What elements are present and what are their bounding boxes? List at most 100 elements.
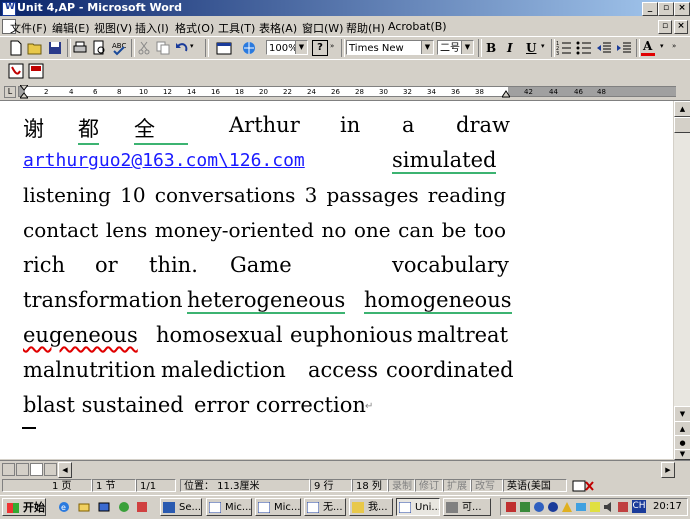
doc-restore-button[interactable]: ▫ (658, 20, 672, 34)
numbered-list-icon[interactable]: 123 (556, 40, 572, 56)
clock[interactable]: 20:17 (653, 501, 682, 512)
email-link[interactable]: arthurguo2@163.com\126.com (23, 150, 305, 171)
scroll-down-icon[interactable]: ▼ (674, 406, 690, 422)
close-button[interactable]: × (674, 2, 690, 16)
menu-insert[interactable]: 插入(I) (135, 20, 169, 36)
taskbar-task[interactable]: Mic... (255, 498, 301, 516)
undo-icon[interactable] (174, 40, 190, 56)
outlook-express-icon[interactable] (78, 501, 90, 513)
taskbar-task[interactable]: 我... (349, 498, 393, 516)
tray-icon[interactable] (533, 501, 545, 513)
ruler-tick: 38 (475, 88, 484, 96)
menu-edit[interactable]: 编辑(E) (52, 20, 90, 36)
next-page-icon[interactable]: ▼ (674, 449, 690, 460)
vertical-scrollbar[interactable]: ▲ ▼ ▲ ● ▼ (673, 101, 690, 460)
font-color-button[interactable]: A (643, 39, 652, 53)
underline-dropdown-icon[interactable]: ▾ (541, 42, 545, 50)
tray-icon[interactable] (547, 501, 559, 513)
menu-window[interactable]: 窗口(W) (302, 20, 343, 36)
open-folder-icon[interactable] (27, 40, 43, 56)
new-document-icon[interactable] (8, 40, 24, 56)
cut-icon[interactable] (136, 40, 152, 56)
increase-indent-icon[interactable] (616, 40, 632, 56)
spelling-status-icon[interactable] (572, 480, 594, 492)
spelling-icon[interactable]: ABC (111, 40, 127, 56)
tray-icon[interactable] (505, 501, 517, 513)
copy-icon[interactable] (155, 40, 171, 56)
tray-icon[interactable] (561, 501, 573, 513)
tray-icon[interactable] (589, 501, 601, 513)
taskbar-task[interactable]: Se... (160, 498, 202, 516)
scroll-thumb[interactable] (674, 117, 690, 133)
start-button[interactable]: 开始 (2, 498, 46, 516)
print-layout-view-icon[interactable] (30, 463, 43, 476)
undo-dropdown-icon[interactable]: ▾ (190, 42, 194, 50)
taskbar-task[interactable]: 可... (443, 498, 491, 516)
ruler-strip[interactable]: 2 4 6 8 10 12 14 16 18 20 22 24 26 28 30… (18, 86, 676, 97)
bold-button[interactable]: B (486, 41, 496, 55)
status-extend[interactable]: 扩展 (443, 479, 471, 492)
tray-icon[interactable] (519, 501, 531, 513)
document-page[interactable]: 谢 都 全 Arthur in a draw arthurguo2@163.co… (0, 101, 673, 459)
show-desktop-icon[interactable] (98, 501, 110, 513)
chevron-down-icon[interactable]: ▼ (421, 41, 433, 54)
indent-marker-icon[interactable] (20, 85, 28, 99)
word: error correction (194, 393, 366, 417)
taskbar-task-active[interactable]: Uni... (396, 498, 440, 516)
tab-selector[interactable]: L (4, 86, 16, 98)
convert-and-email-pdf-icon[interactable] (28, 63, 44, 79)
save-icon[interactable] (47, 40, 63, 56)
horizontal-scrollbar[interactable]: ◀ ▶ (0, 460, 690, 478)
taskbar-task[interactable]: 无... (304, 498, 346, 516)
word: malediction (161, 358, 286, 382)
menu-acrobat[interactable]: Acrobat(B) (388, 20, 447, 33)
tray-icon[interactable] (575, 501, 587, 513)
restore-button[interactable]: ▫ (658, 2, 674, 16)
zoom-select[interactable]: 100% ▼ (266, 40, 308, 55)
input-language-indicator[interactable]: CH (632, 500, 646, 513)
internet-explorer-icon[interactable]: e (58, 501, 70, 513)
print-icon[interactable] (72, 40, 88, 56)
decrease-indent-icon[interactable] (596, 40, 612, 56)
volume-icon[interactable] (603, 501, 615, 513)
bullet-list-icon[interactable] (576, 40, 592, 56)
menu-file[interactable]: 文件(F) (10, 20, 47, 36)
underline-button[interactable]: U (526, 41, 536, 55)
status-rec[interactable]: 录制 (388, 479, 415, 492)
font-color-dropdown-icon[interactable]: ▾ (660, 42, 664, 50)
quicklaunch-icon[interactable] (118, 501, 130, 513)
menu-tools[interactable]: 工具(T) (218, 20, 255, 36)
scroll-left-icon[interactable]: ◀ (58, 462, 72, 478)
outline-view-icon[interactable] (44, 463, 57, 476)
menu-view[interactable]: 视图(V) (94, 20, 132, 36)
web-toolbar-icon[interactable] (241, 40, 257, 56)
menu-format[interactable]: 格式(O) (175, 20, 214, 36)
font-size-select[interactable]: 二号 ▼ (437, 40, 474, 55)
convert-to-pdf-icon[interactable] (8, 63, 24, 79)
scroll-right-icon[interactable]: ▶ (661, 462, 675, 478)
chevron-down-icon[interactable]: ▼ (295, 41, 307, 54)
quicklaunch-icon[interactable] (136, 501, 148, 513)
print-preview-icon[interactable] (91, 40, 107, 56)
minimize-button[interactable]: _ (642, 2, 658, 16)
toolbar-options-icon[interactable]: » (672, 42, 676, 50)
taskbar-task[interactable]: Mic... (206, 498, 252, 516)
menu-help[interactable]: 帮助(H) (346, 20, 385, 36)
menu-table[interactable]: 表格(A) (259, 20, 297, 36)
font-name-select[interactable]: Times New Roman▼ (346, 40, 434, 69)
scroll-up-icon[interactable]: ▲ (674, 101, 690, 117)
status-overtype[interactable]: 改写 (471, 479, 503, 492)
italic-button[interactable]: I (507, 41, 513, 55)
status-track-changes[interactable]: 修订 (415, 479, 443, 492)
help-button[interactable]: ? (312, 40, 328, 56)
word-app-icon[interactable] (2, 2, 16, 16)
right-indent-marker-icon[interactable] (502, 90, 510, 98)
chevron-down-icon[interactable]: ▼ (461, 41, 473, 54)
table-icon[interactable] (216, 40, 232, 56)
tray-icon[interactable] (617, 501, 629, 513)
word: thin. (149, 253, 198, 277)
doc-close-button[interactable]: × (674, 20, 688, 34)
toolbar-options-icon[interactable]: » (330, 42, 334, 50)
normal-view-icon[interactable] (2, 463, 15, 476)
web-layout-view-icon[interactable] (16, 463, 29, 476)
